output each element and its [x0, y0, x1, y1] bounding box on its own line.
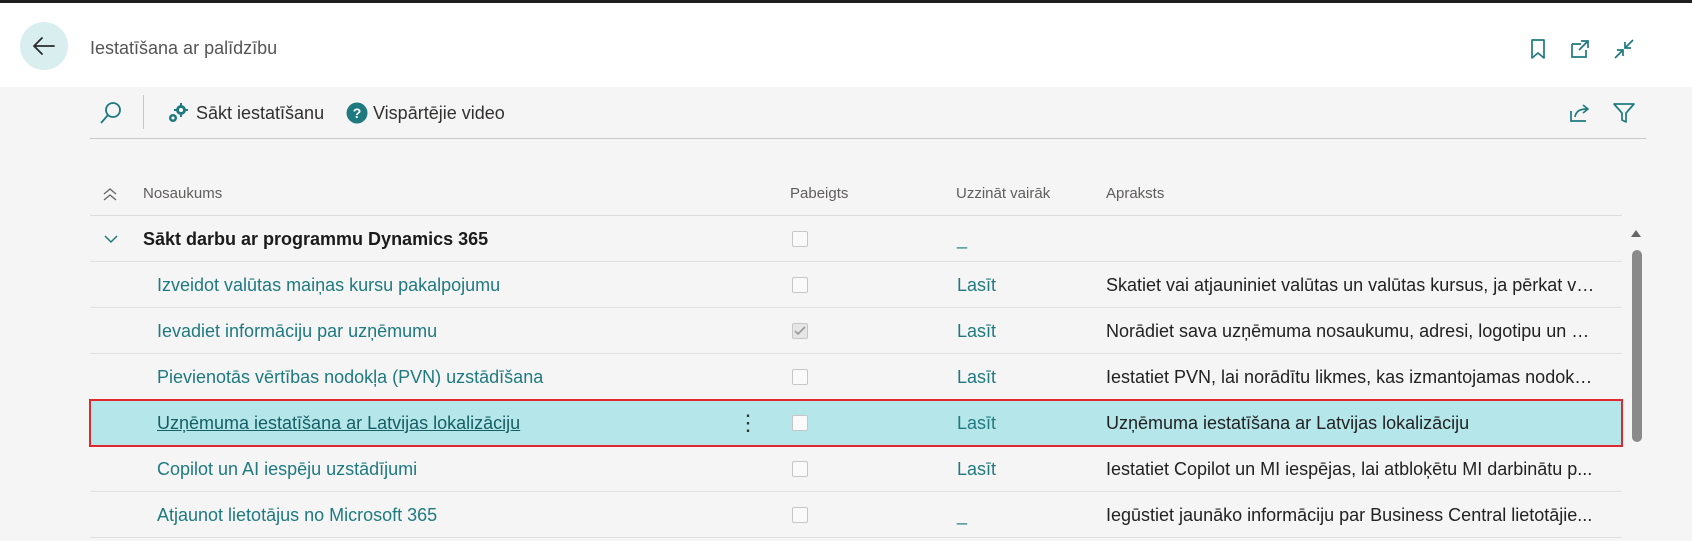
share-icon	[1570, 104, 1589, 122]
completed-checkbox[interactable]	[792, 369, 808, 385]
open-new-window-icon[interactable]	[1568, 37, 1592, 61]
row-description: Iegūstiet jaunāko informāciju par Busine…	[1106, 505, 1593, 525]
bookmark-icon[interactable]	[1526, 37, 1550, 61]
action-bar: Sākt iestatīšanu ? Vispārtējie video	[0, 87, 1692, 139]
toolbar-divider	[143, 95, 144, 129]
learn-more-link[interactable]: Lasīt	[957, 459, 996, 480]
arrow-left-icon	[33, 37, 55, 55]
scrollbar-thumb[interactable]	[1632, 250, 1642, 442]
search-icon	[100, 102, 121, 124]
collapse-all-icon[interactable]	[102, 186, 118, 202]
row-actions-menu-icon[interactable]: ⋮	[737, 410, 759, 436]
checkmark-icon	[794, 326, 806, 336]
table-row[interactable]: Pievienotās vērtības nodokļa (PVN) uzstā…	[90, 354, 1622, 400]
toolbar-separator	[90, 138, 1646, 139]
scroll-up-arrow-icon[interactable]	[1630, 228, 1642, 238]
filter-icon	[1613, 103, 1635, 123]
chevron-down-icon[interactable]	[104, 234, 118, 244]
gears-icon	[169, 103, 188, 122]
table-row[interactable]: Ievadiet informāciju par uzņēmumu Lasīt …	[90, 308, 1622, 354]
page-title: Iestatīšana ar palīdzību	[90, 38, 278, 58]
start-setup-button[interactable]: Sākt iestatīšanu	[166, 87, 324, 139]
completed-checkbox[interactable]	[792, 277, 808, 293]
learn-more-link[interactable]: Lasīt	[957, 367, 996, 388]
row-name[interactable]: Atjaunot lietotājus no Microsoft 365	[157, 505, 437, 526]
collapse-icon[interactable]	[1612, 37, 1636, 61]
learn-more-link[interactable]: Lasīt	[957, 413, 996, 434]
general-videos-label: Vispārtējie video	[373, 102, 505, 123]
column-header-description[interactable]: Apraksts	[1106, 185, 1164, 202]
row-name[interactable]: Uzņēmuma iestatīšana ar Latvijas lokaliz…	[157, 413, 520, 434]
list-header: Nosaukums Pabeigts Uzzināt vairāk Apraks…	[90, 170, 1622, 216]
column-header-name[interactable]: Nosaukums	[143, 185, 222, 202]
row-name[interactable]: Pievienotās vērtības nodokļa (PVN) uzstā…	[157, 367, 543, 388]
table-row[interactable]: Copilot un AI iespēju uzstādījumi Lasīt …	[90, 446, 1622, 492]
row-description: Norādiet sava uzņēmuma nosaukumu, adresi…	[1106, 321, 1596, 341]
general-videos-button[interactable]: ? Vispārtējie video	[346, 87, 505, 139]
row-name[interactable]: Izveidot valūtas maiņas kursu pakalpojum…	[157, 275, 500, 296]
row-name[interactable]: Copilot un AI iespēju uzstādījumi	[157, 459, 417, 480]
back-button[interactable]	[20, 22, 68, 70]
row-description: Skatiet vai atjauniniet valūtas un valūt…	[1106, 275, 1596, 295]
row-description: Iestatiet PVN, lai norādītu likmes, kas …	[1106, 367, 1596, 387]
start-setup-label: Sākt iestatīšanu	[196, 102, 325, 123]
learn-more-link[interactable]: _	[957, 505, 967, 526]
completed-checkbox[interactable]	[792, 507, 808, 523]
row-description: Uzņēmuma iestatīšana ar Latvijas lokaliz…	[1106, 413, 1470, 433]
help-icon: ?	[346, 102, 368, 124]
completed-checkbox[interactable]	[792, 323, 808, 339]
page-header: Iestatīšana ar palīdzību	[0, 3, 1692, 87]
share-button[interactable]	[1568, 87, 1592, 139]
row-name[interactable]: Sākt darbu ar programmu Dynamics 365	[143, 229, 488, 250]
table-row[interactable]: Izveidot valūtas maiņas kursu pakalpojum…	[90, 262, 1622, 308]
filter-button[interactable]	[1612, 87, 1636, 139]
search-button[interactable]	[98, 87, 124, 139]
table-row[interactable]: Atjaunot lietotājus no Microsoft 365 _ I…	[90, 492, 1622, 538]
completed-checkbox[interactable]	[792, 231, 808, 247]
row-name[interactable]: Ievadiet informāciju par uzņēmumu	[157, 321, 437, 342]
table-row-selected[interactable]: Uzņēmuma iestatīšana ar Latvijas lokaliz…	[89, 399, 1623, 447]
learn-more-link[interactable]: Lasīt	[957, 275, 996, 296]
completed-checkbox[interactable]	[792, 461, 808, 477]
learn-more-link[interactable]: _	[957, 229, 967, 250]
learn-more-link[interactable]: Lasīt	[957, 321, 996, 342]
svg-text:?: ?	[353, 105, 362, 121]
column-header-completed[interactable]: Pabeigts	[790, 185, 848, 202]
column-header-learn-more[interactable]: Uzzināt vairāk	[956, 185, 1050, 202]
row-description: Iestatiet Copilot un MI iespējas, lai at…	[1106, 459, 1593, 479]
completed-checkbox[interactable]	[792, 415, 808, 431]
table-row-group[interactable]: Sākt darbu ar programmu Dynamics 365 _	[90, 216, 1622, 262]
